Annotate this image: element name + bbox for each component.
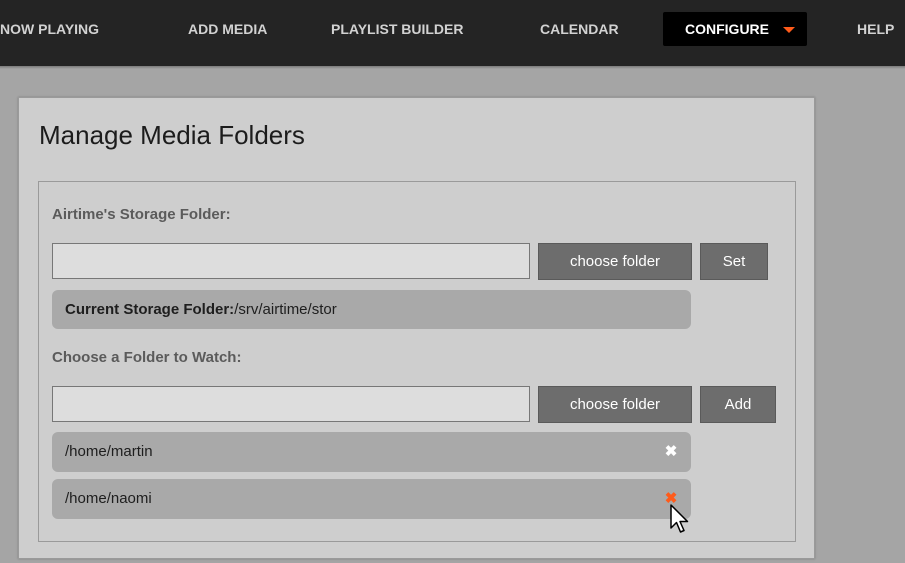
current-storage-path: /srv/airtime/stor xyxy=(234,301,337,318)
watched-folder-path: /home/naomi xyxy=(65,490,152,507)
top-navigation-bar: NOW PLAYING ADD MEDIA PLAYLIST BUILDER C… xyxy=(0,0,905,69)
watch-folder-label: Choose a Folder to Watch: xyxy=(52,349,242,366)
current-storage-label: Current Storage Folder: xyxy=(65,301,235,318)
remove-folder-icon[interactable]: ✖ xyxy=(664,479,678,519)
storage-folder-input[interactable] xyxy=(52,243,530,279)
caret-down-icon xyxy=(783,27,795,34)
nav-playlist-builder[interactable]: PLAYLIST BUILDER xyxy=(331,12,464,46)
folders-fieldset: Airtime's Storage Folder: choose folder … xyxy=(38,181,796,542)
watched-folder-item: /home/naomi ✖ xyxy=(52,479,691,519)
nav-help[interactable]: HELP xyxy=(857,12,894,46)
watch-choose-folder-button[interactable]: choose folder xyxy=(538,386,692,423)
manage-media-folders-panel: Manage Media Folders Airtime's Storage F… xyxy=(18,97,815,559)
nav-now-playing[interactable]: NOW PLAYING xyxy=(0,12,99,46)
nav-calendar[interactable]: CALENDAR xyxy=(540,12,619,46)
remove-folder-icon[interactable]: ✖ xyxy=(664,432,678,472)
nav-configure-label: CONFIGURE xyxy=(685,21,769,37)
topbar-shadow xyxy=(0,66,905,69)
watched-folder-path: /home/martin xyxy=(65,443,153,460)
watched-folder-item: /home/martin ✖ xyxy=(52,432,691,472)
set-storage-button[interactable]: Set xyxy=(700,243,768,280)
page-title: Manage Media Folders xyxy=(39,120,305,150)
storage-folder-label: Airtime's Storage Folder: xyxy=(52,206,231,223)
add-watch-folder-button[interactable]: Add xyxy=(700,386,776,423)
storage-choose-folder-button[interactable]: choose folder xyxy=(538,243,692,280)
watch-folder-input[interactable] xyxy=(52,386,530,422)
nav-configure[interactable]: CONFIGURE xyxy=(663,12,807,46)
nav-add-media[interactable]: ADD MEDIA xyxy=(188,12,267,46)
current-storage-folder: Current Storage Folder:/srv/airtime/stor xyxy=(52,290,691,329)
